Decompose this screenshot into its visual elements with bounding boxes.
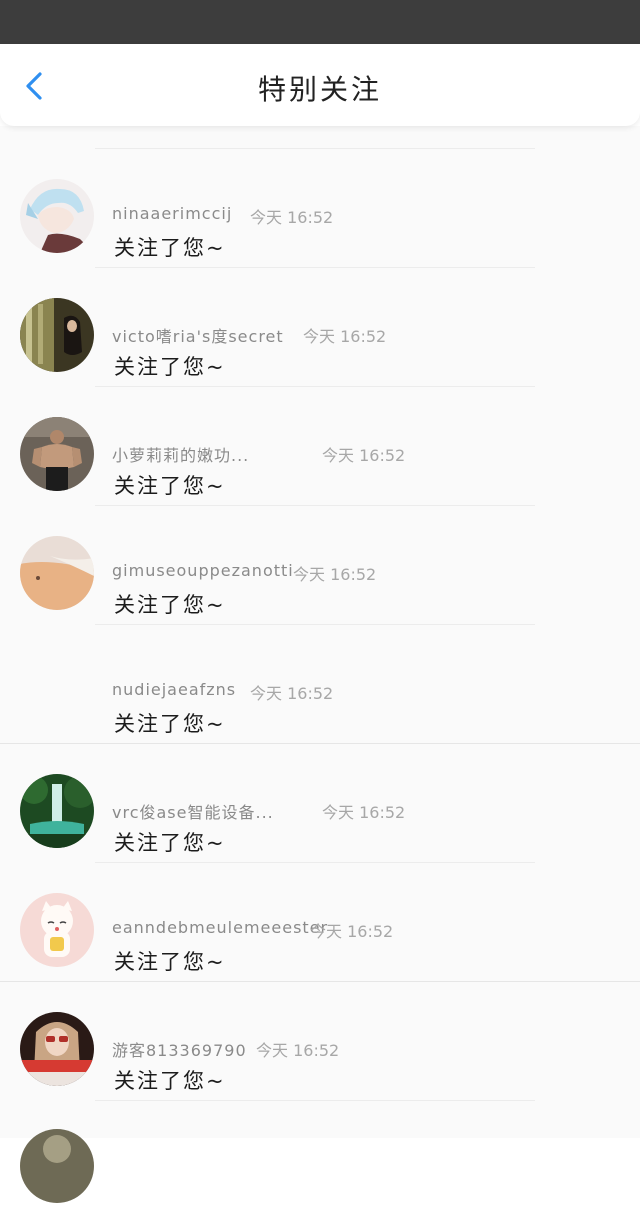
notification-message: 关注了您~ [114,1069,226,1093]
notification-message: 关注了您~ [114,355,226,379]
status-bar [0,0,640,44]
user-name[interactable]: ninaaerimccij [112,204,232,223]
list-item[interactable]: ninaaerimccij 今天 16:52 关注了您~ [0,149,640,268]
notification-message: 关注了您~ [114,712,226,736]
avatar[interactable] [20,1129,94,1203]
nav-bar: 特别关注 [0,44,640,126]
notification-message: 关注了您~ [114,950,226,974]
lucky-cat-avatar [20,893,94,967]
notification-message: 关注了您~ [114,831,226,855]
user-name[interactable]: eanndebmeulemeeester [112,918,328,937]
list-item[interactable]: 游客813369790 今天 16:52 关注了您~ [0,982,640,1101]
list-item[interactable]: gimuseouppezanotti 今天 16:52 关注了您~ [0,506,640,625]
avatar[interactable] [20,417,94,491]
avatar[interactable] [20,655,94,729]
avatar[interactable] [20,1012,94,1086]
timestamp: 今天 16:52 [256,1041,340,1060]
user-name[interactable]: vrc俊ase智能设备... [112,799,274,823]
list-item[interactable]: 小萝莉莉的嫩功... 今天 16:52 关注了您~ [0,387,640,506]
list-item[interactable]: eanndebmeulemeeester 今天 16:52 关注了您~ [0,863,640,982]
avatar[interactable] [20,893,94,967]
woman-window-avatar [20,298,94,372]
beach-avatar [20,536,94,610]
timestamp: 今天 16:52 [250,684,334,703]
user-name[interactable]: gimuseouppezanotti [112,561,294,580]
user-name[interactable]: 游客813369790 [112,1037,247,1061]
avatar[interactable] [20,179,94,253]
avatar[interactable] [20,536,94,610]
notification-message: 关注了您~ [114,236,226,260]
list-item[interactable]: nudiejaeafzns 今天 16:52 关注了您~ [0,625,640,744]
avatar[interactable] [20,298,94,372]
notification-list-container: ninaaerimccij 今天 16:52 关注了您~ victo嗜ria's… [0,126,640,1203]
list-item[interactable] [0,1101,640,1220]
anime-boy-avatar [20,179,94,253]
user-name[interactable]: nudiejaeafzns [112,680,236,699]
notification-message: 关注了您~ [114,593,226,617]
list-item[interactable]: victo嗜ria's度secret 今天 16:52 关注了您~ [0,268,640,387]
waterfall-avatar [20,774,94,848]
timestamp: 今天 16:52 [250,208,334,227]
muscle-man-avatar [20,417,94,491]
timestamp: 今天 16:52 [310,922,394,941]
page-title: 特别关注 [257,73,382,106]
avatar[interactable] [20,774,94,848]
list-item[interactable]: vrc俊ase智能设备... 今天 16:52 关注了您~ [0,744,640,863]
user-name[interactable]: 小萝莉莉的嫩功... [112,442,249,466]
timestamp: 今天 16:52 [303,327,387,346]
user-name[interactable]: victo嗜ria's度secret [112,323,284,347]
notification-message: 关注了您~ [114,474,226,498]
timestamp: 今天 16:52 [322,446,406,465]
timestamp: 今天 16:52 [293,565,377,584]
timestamp: 今天 16:52 [322,803,406,822]
avatar-partial [20,1129,94,1203]
girl-sunglasses-avatar [20,1012,94,1086]
